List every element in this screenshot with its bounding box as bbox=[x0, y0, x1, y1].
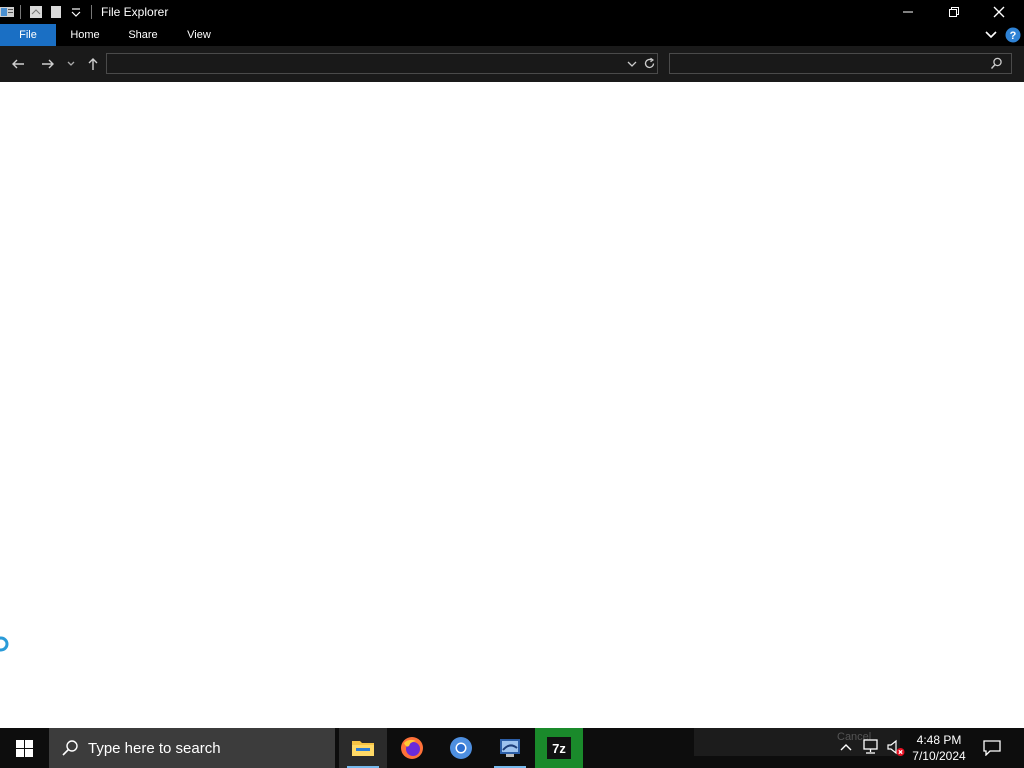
search-box[interactable] bbox=[669, 53, 1012, 74]
tab-file[interactable]: File bbox=[0, 24, 56, 46]
search-icon bbox=[62, 740, 78, 756]
network-tool-icon bbox=[500, 739, 520, 757]
forward-arrow-icon bbox=[42, 59, 54, 69]
taskbar: Type here to search 7z Cancel 4:48 PM 7/… bbox=[0, 728, 1024, 768]
start-button[interactable] bbox=[0, 728, 48, 768]
taskbar-app-network-tool[interactable] bbox=[486, 728, 534, 768]
title-bar: File Explorer bbox=[0, 0, 1024, 24]
folder-icon bbox=[352, 741, 374, 756]
file-list-area[interactable] bbox=[0, 82, 1024, 728]
up-arrow-icon bbox=[88, 58, 98, 70]
notifications-icon[interactable] bbox=[983, 740, 1001, 756]
forward-button[interactable] bbox=[39, 55, 57, 73]
chromium-icon bbox=[450, 737, 472, 759]
minimize-icon bbox=[903, 11, 913, 13]
new-folder-icon[interactable] bbox=[29, 5, 43, 19]
clock-date: 7/10/2024 bbox=[912, 749, 966, 763]
clock-time: 4:48 PM bbox=[916, 733, 962, 747]
close-icon bbox=[993, 6, 1005, 18]
taskbar-app-chromium[interactable] bbox=[437, 728, 485, 768]
refresh-icon[interactable] bbox=[643, 57, 656, 70]
tab-home[interactable]: Home bbox=[60, 24, 110, 46]
up-button[interactable] bbox=[84, 55, 102, 73]
volume-muted-icon[interactable] bbox=[886, 739, 906, 757]
7-zip-icon: 7z bbox=[547, 737, 571, 759]
window-title: File Explorer bbox=[101, 5, 169, 19]
quick-access-toolbar bbox=[0, 4, 92, 20]
svg-text:7z: 7z bbox=[552, 741, 566, 756]
firefox-icon bbox=[401, 737, 423, 759]
taskbar-app-7-zip[interactable]: 7z bbox=[535, 728, 583, 768]
minimize-button[interactable] bbox=[885, 0, 931, 24]
taskbar-app-file-explorer[interactable] bbox=[339, 728, 387, 768]
blank-page-icon[interactable] bbox=[49, 5, 63, 19]
qat-separator bbox=[20, 5, 21, 19]
address-bar[interactable] bbox=[106, 53, 658, 74]
tab-view[interactable]: View bbox=[175, 24, 223, 46]
tab-share[interactable]: Share bbox=[118, 24, 168, 46]
help-icon[interactable]: ? bbox=[1005, 27, 1021, 43]
recent-locations-button[interactable] bbox=[64, 55, 78, 73]
back-button[interactable] bbox=[9, 55, 27, 73]
expand-ribbon-icon[interactable] bbox=[984, 29, 998, 41]
taskbar-app-firefox[interactable] bbox=[388, 728, 436, 768]
windows-logo-icon bbox=[15, 739, 33, 757]
restore-button[interactable] bbox=[931, 0, 977, 24]
restore-icon bbox=[949, 7, 959, 17]
properties-icon[interactable] bbox=[0, 5, 14, 19]
address-dropdown-icon[interactable] bbox=[627, 59, 637, 69]
qat-separator bbox=[91, 5, 92, 19]
chevron-down-icon bbox=[67, 61, 75, 66]
show-hidden-icons-icon[interactable] bbox=[839, 741, 853, 753]
loading-spinner-icon bbox=[0, 636, 9, 652]
close-button[interactable] bbox=[976, 0, 1022, 24]
back-arrow-icon bbox=[12, 59, 24, 69]
qat-dropdown-icon[interactable] bbox=[69, 5, 83, 19]
taskbar-search-box[interactable]: Type here to search bbox=[49, 728, 335, 768]
svg-text:?: ? bbox=[1010, 30, 1017, 42]
network-icon[interactable] bbox=[862, 739, 880, 755]
ribbon-tab-bar: File Home Share View ? bbox=[0, 24, 1024, 46]
search-icon[interactable] bbox=[990, 57, 1003, 70]
taskbar-search-placeholder: Type here to search bbox=[88, 740, 221, 757]
system-clock[interactable]: 4:48 PM 7/10/2024 bbox=[906, 732, 972, 764]
